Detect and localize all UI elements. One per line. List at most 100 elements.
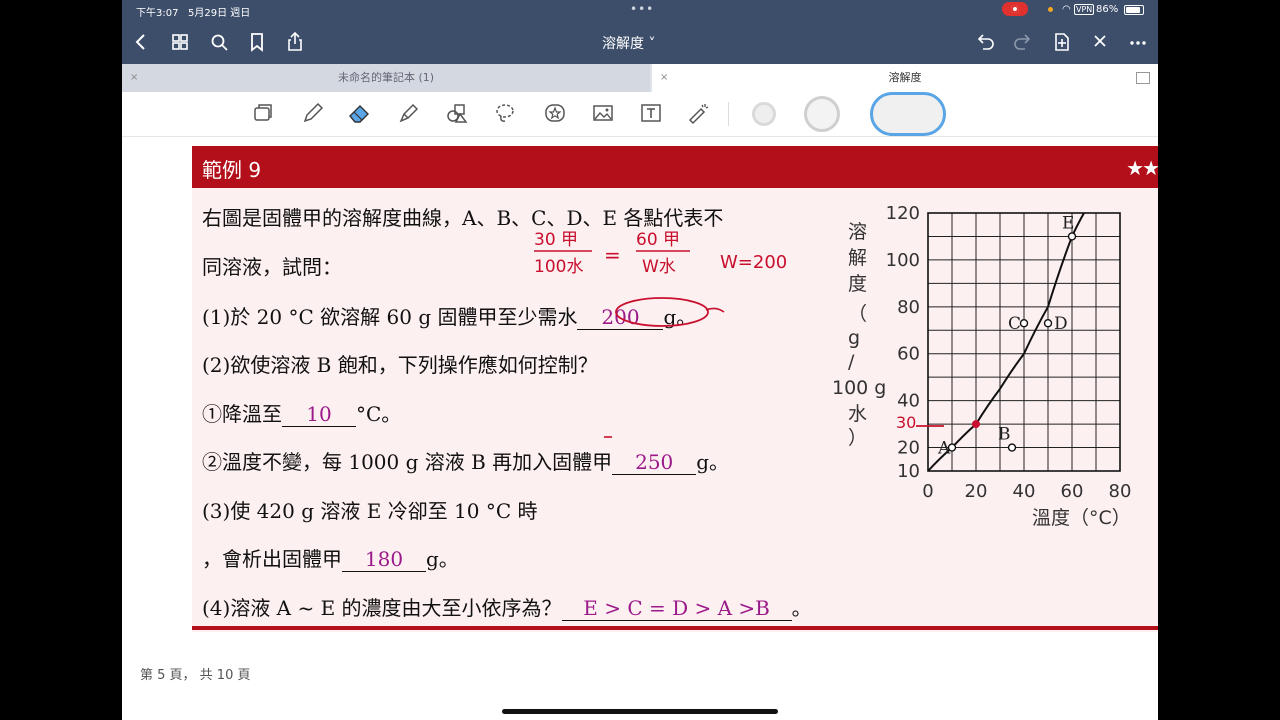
- question-2b-unit: g。: [696, 450, 729, 474]
- handwriting-frac2-den: W水: [642, 257, 676, 277]
- marked-point-30: [972, 420, 980, 429]
- question-intro-line-2: 同溶液，試問：: [202, 255, 342, 279]
- question-3-unit: g。: [426, 547, 459, 571]
- x-tick-label: 80: [1109, 481, 1132, 502]
- color-swatch-selected[interactable]: [870, 92, 946, 136]
- y-tick-label: 20: [897, 438, 920, 459]
- close-icon[interactable]: [1089, 30, 1111, 54]
- question-4-text: (4)溶液 A ~ E 的濃度由大至小依序為？: [202, 596, 562, 620]
- page-tool-icon[interactable]: [250, 100, 276, 126]
- x-tick-label: 40: [1013, 481, 1036, 502]
- tab-label: 溶解度: [888, 71, 922, 84]
- tab-notebook[interactable]: × 未命名的筆記本 (1): [122, 64, 650, 92]
- question-3-cont: ，會析出固體甲 180 g。: [202, 543, 459, 572]
- bookmark-icon[interactable]: [246, 30, 268, 54]
- point-label-a: A: [937, 439, 951, 459]
- more-icon[interactable]: [1127, 30, 1149, 54]
- y-tick-label: 80: [897, 297, 920, 318]
- share-icon[interactable]: [284, 30, 306, 54]
- home-indicator[interactable]: [502, 709, 778, 714]
- question-4-answer: E > C = D > A >B: [561, 596, 792, 621]
- question-1-text: (1)於 20 °C 欲溶解 60 g 固體甲至少需水: [202, 305, 578, 329]
- point-e: [1067, 232, 1077, 241]
- document-title-dropdown[interactable]: 溶解度 ˅: [602, 33, 655, 53]
- question-4-unit: 。: [791, 596, 812, 620]
- tab-label: 未命名的筆記本 (1): [337, 71, 435, 84]
- handwriting-tick-mark: [604, 436, 612, 438]
- question-2: (2)欲使溶液 B 飽和，下列操作應如何控制？: [202, 353, 598, 377]
- point-b: [1007, 443, 1017, 452]
- shapes-icon[interactable]: [444, 100, 470, 126]
- chart-points: A B C D E: [937, 213, 1077, 459]
- chart-ylabel: 溶解度 （ g/ 100 g 水）: [832, 221, 886, 449]
- question-2a: ①降溫至 10 °C。: [202, 398, 401, 427]
- color-swatch-medium[interactable]: [804, 96, 840, 132]
- laser-pointer-icon[interactable]: [686, 100, 712, 126]
- point-c: [1019, 319, 1029, 328]
- status-time: 下午3:07: [136, 8, 179, 19]
- toolbar-divider: [728, 102, 729, 126]
- vpn-badge: VPN: [1074, 4, 1095, 15]
- example-header: 範例 9 ★★: [192, 146, 1158, 188]
- ylabel-char: /: [848, 351, 855, 373]
- undo-icon[interactable]: [974, 30, 996, 54]
- point-label-e: E: [1062, 213, 1074, 233]
- sticker-icon[interactable]: [542, 100, 568, 126]
- handwriting-frac1-num: 30 甲: [534, 230, 578, 250]
- back-icon[interactable]: [130, 30, 152, 54]
- search-icon[interactable]: [208, 30, 230, 54]
- handwriting-result: W=200: [720, 252, 787, 273]
- question-4: (4)溶液 A ~ E 的濃度由大至小依序為？ E > C = D > A >B。: [202, 592, 812, 621]
- chart-grid: [927, 212, 1121, 472]
- example-title: 範例 9: [202, 158, 262, 182]
- x-tick-label: 0: [922, 481, 933, 502]
- ylabel-char: 水: [848, 403, 867, 425]
- status-date: 5月29日 週日: [188, 8, 251, 19]
- color-swatch-light[interactable]: [752, 102, 776, 126]
- ylabel-char: ）: [848, 427, 867, 449]
- highlighter-icon[interactable]: [396, 100, 422, 126]
- y-tick-label: 100: [886, 250, 920, 271]
- question-2b: ②溫度不變，每 1000 g 溶液 B 再加入固體甲 250 g。: [202, 446, 729, 475]
- mic-indicator-icon: [1048, 7, 1053, 12]
- app-screen: 下午3:07 5月29日 週日 ••• ◠ VPN 86% 溶解度 ˅ × 未命…: [122, 0, 1158, 720]
- difficulty-stars: ★★: [1126, 156, 1158, 180]
- sidebar-toggle-icon[interactable]: [1136, 72, 1150, 84]
- notebook-page: 範例 9 ★★ 右圖是固體甲的溶解度曲線，A、B、C、D、E 各點代表不 同溶液…: [192, 146, 1158, 632]
- multitask-dots-icon[interactable]: •••: [630, 2, 654, 16]
- y-tick-label: 120: [886, 203, 920, 224]
- point-label-b: B: [998, 425, 1011, 445]
- handwriting-frac2-num: 60 甲: [636, 230, 680, 250]
- tab-solubility[interactable]: × 溶解度: [652, 64, 1158, 92]
- x-tick-label: 60: [1061, 481, 1084, 502]
- tab-bar: × 未命名的筆記本 (1) × 溶解度: [122, 64, 1158, 92]
- handwriting-frac1-den: 100水: [534, 257, 583, 277]
- image-icon[interactable]: [590, 100, 616, 126]
- point-d: [1043, 319, 1053, 328]
- handwriting-equals: =: [604, 243, 621, 267]
- handwriting-mark-30: 30: [896, 413, 916, 432]
- point-label-c: C: [1008, 314, 1021, 334]
- lasso-icon[interactable]: [492, 100, 518, 126]
- question-3-answer: 180: [342, 547, 426, 572]
- solubility-chart: ABC DE 0 20 40 60 801020406080100120 溶解度（ g/10…: [832, 203, 1132, 528]
- ylabel-char: 度: [848, 273, 867, 295]
- question-2b-answer: 250: [612, 450, 697, 475]
- drawing-toolbar: [122, 92, 1158, 137]
- point-label-d: D: [1054, 314, 1068, 334]
- handwritten-calculation: 30 甲 100水 = 60 甲 W水 W=200: [534, 230, 787, 277]
- x-tick-label: 20: [965, 481, 988, 502]
- grid-view-icon[interactable]: [169, 30, 191, 54]
- tab-close-icon[interactable]: ×: [660, 64, 668, 92]
- top-bar: 下午3:07 5月29日 週日 ••• ◠ VPN 86% 溶解度 ˅: [122, 0, 1158, 64]
- text-tool-icon[interactable]: [638, 100, 664, 126]
- ylabel-char: 解: [848, 247, 867, 269]
- question-2a-text: ①降溫至: [202, 402, 282, 426]
- pen-icon[interactable]: [300, 100, 326, 126]
- redo-icon[interactable]: [1012, 30, 1034, 54]
- page-bottom-rule: [192, 626, 1158, 630]
- add-page-icon[interactable]: [1051, 30, 1073, 54]
- eraser-icon[interactable]: [346, 100, 372, 126]
- tab-close-icon[interactable]: ×: [130, 64, 138, 92]
- answer-circle-annotation: [615, 297, 725, 327]
